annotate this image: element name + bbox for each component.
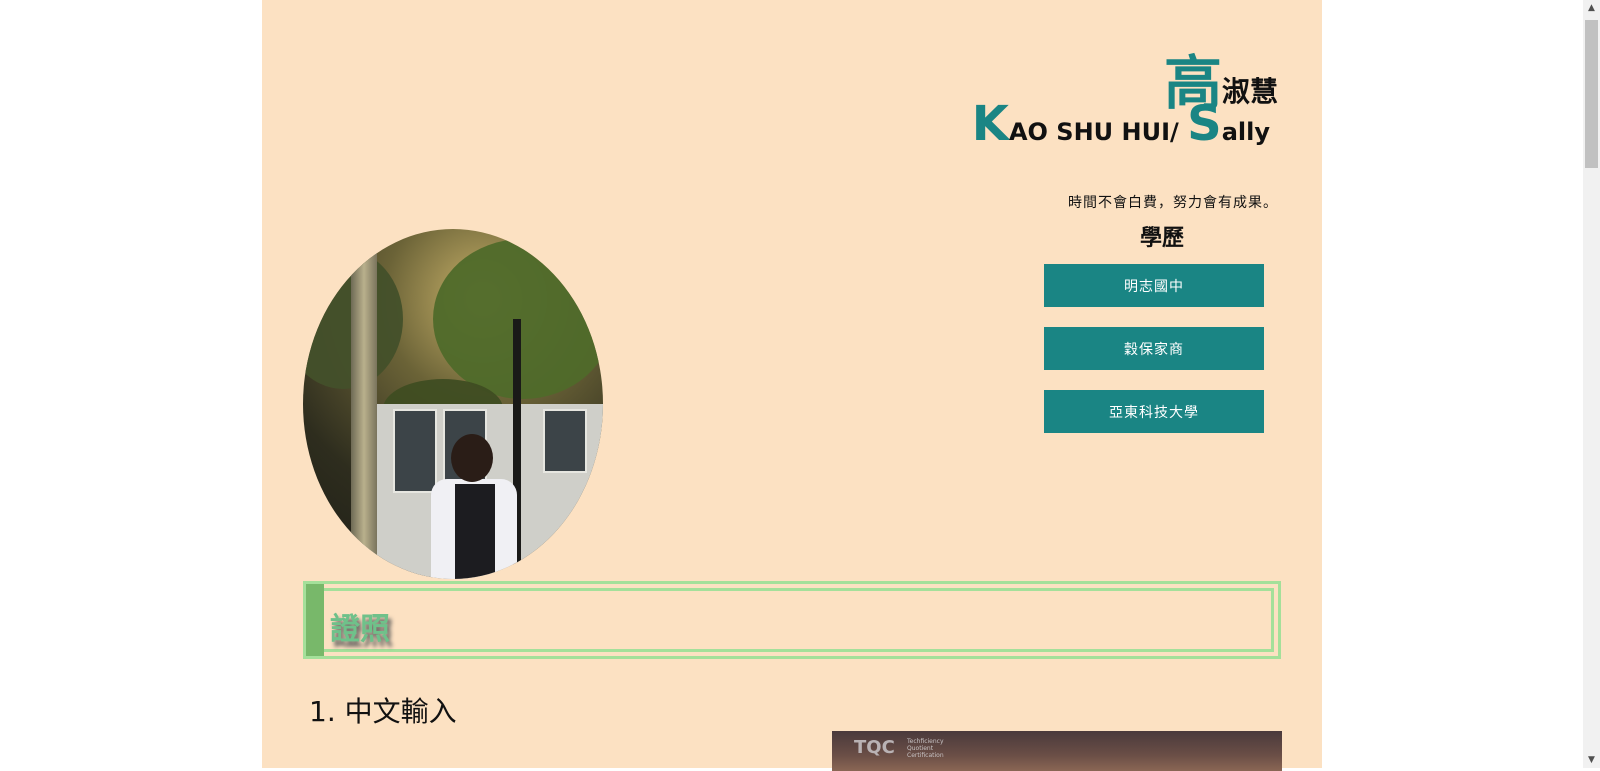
certificates-section-header: 證照: [303, 581, 1281, 659]
name-en-cap-2: S: [1187, 96, 1222, 152]
certificate-image: TQC Techficiency Quotient Certification: [832, 731, 1282, 771]
name-en-rest-1: AO SHU HUI/: [1008, 118, 1188, 146]
tqc-logo-subtitle: Techficiency Quotient Certification: [907, 738, 944, 759]
vertical-scrollbar[interactable]: ▲ ▼: [1583, 0, 1600, 768]
resume-page: 高淑慧 KAO SHU HUI/ Sally 時間不會白費，努力會有成果。 學歷…: [262, 0, 1322, 771]
education-title: 學歷: [1139, 225, 1184, 251]
motto-text: 時間不會白費，努力會有成果。: [1068, 195, 1278, 211]
profile-photo: [303, 229, 603, 579]
school-button-2[interactable]: 穀保家商: [1044, 327, 1264, 370]
scroll-up-icon[interactable]: ▲: [1583, 0, 1600, 16]
scrollbar-thumb[interactable]: [1585, 20, 1598, 168]
name-en-cap-1: K: [971, 96, 1009, 152]
scroll-down-icon[interactable]: ▼: [1583, 752, 1600, 768]
section-accent-bar: [306, 584, 324, 656]
school-button-1[interactable]: 明志國中: [1044, 264, 1264, 307]
certificate-item-title: 1. 中文輸入: [309, 690, 457, 730]
name-en-rest-2: ally: [1221, 118, 1270, 146]
school-button-3[interactable]: 亞東科技大學: [1044, 390, 1264, 433]
certificate-item-name: 中文輸入: [344, 695, 457, 728]
certificate-item-number: 1.: [309, 695, 336, 728]
tqc-logo: TQC: [854, 737, 895, 758]
certificates-title: 證照: [330, 612, 390, 647]
name-english: KAO SHU HUI/ Sally: [972, 96, 1270, 152]
